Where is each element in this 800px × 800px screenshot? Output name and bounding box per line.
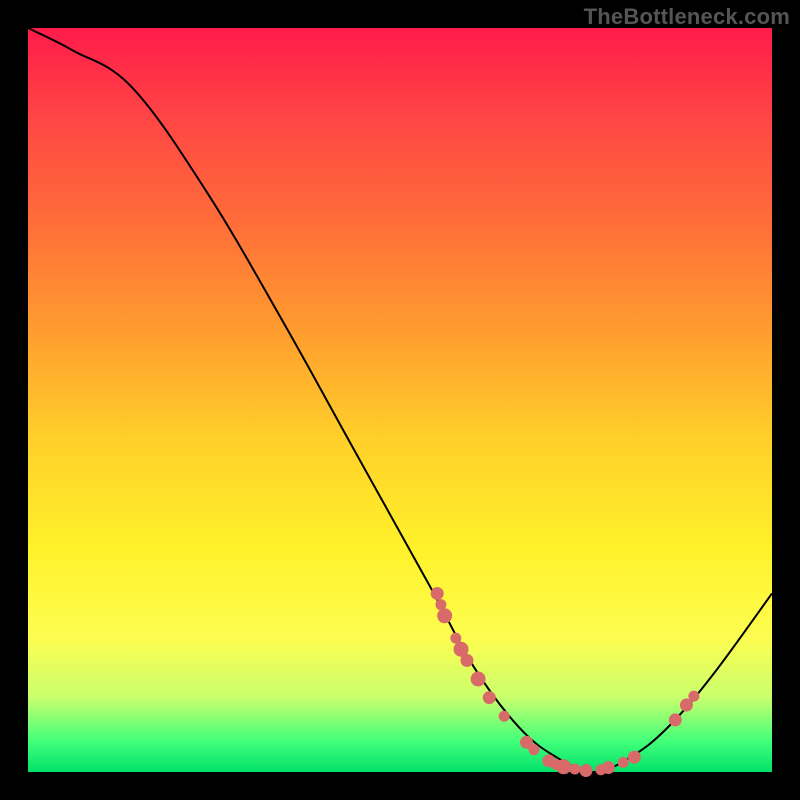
data-marker	[557, 760, 571, 774]
data-marker	[580, 765, 592, 777]
data-marker	[680, 699, 692, 711]
data-marker	[483, 692, 495, 704]
data-markers	[431, 587, 699, 776]
data-marker	[628, 751, 640, 763]
data-marker	[451, 633, 461, 643]
data-marker	[436, 600, 446, 610]
chart-svg	[28, 28, 772, 772]
data-marker	[602, 762, 614, 774]
data-marker	[618, 757, 628, 767]
data-marker	[461, 654, 473, 666]
data-marker	[471, 672, 485, 686]
watermark-text: TheBottleneck.com	[584, 4, 790, 30]
bottleneck-curve	[28, 28, 772, 772]
data-marker	[431, 587, 443, 599]
data-marker	[438, 609, 452, 623]
data-marker	[570, 764, 580, 774]
data-marker	[499, 711, 509, 721]
data-marker	[689, 691, 699, 701]
chart-frame	[28, 28, 772, 772]
data-marker	[529, 745, 539, 755]
data-marker	[669, 714, 681, 726]
